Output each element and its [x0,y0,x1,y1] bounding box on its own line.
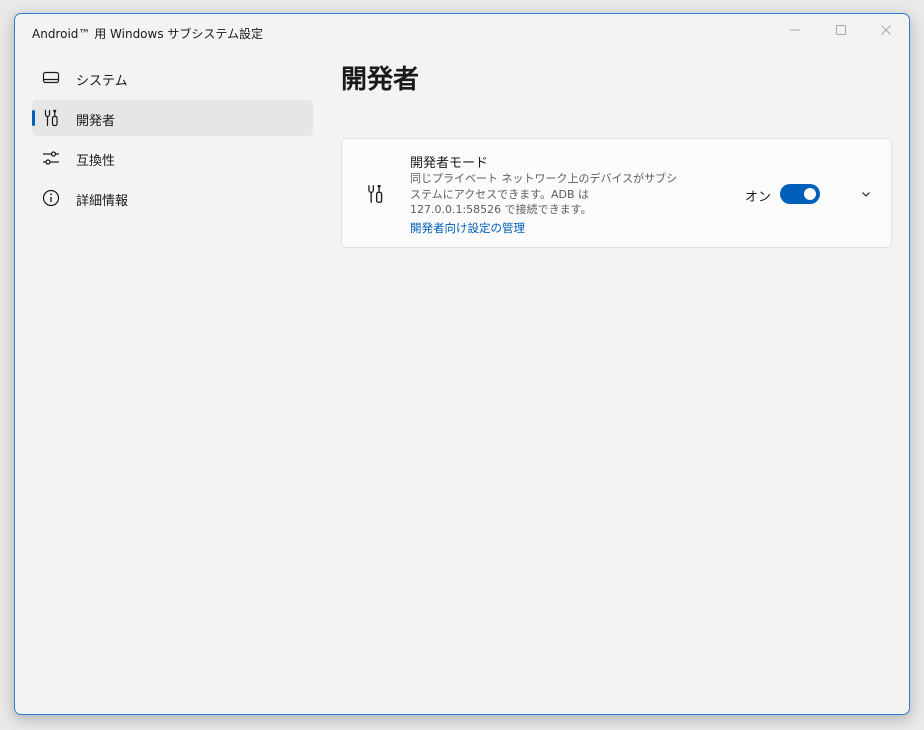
developer-mode-title: 開発者モード [410,156,489,171]
title-bar: Android™ 用 Windows サブシステム設定 [15,14,909,50]
manage-developer-settings-link[interactable]: 開発者向け設定の管理 [410,220,525,236]
selection-indicator [32,110,35,126]
sidebar-item-system[interactable]: システム [32,60,313,96]
developer-mode-toggle[interactable] [780,184,820,204]
sliders-icon [41,148,61,168]
developer-mode-description: 同じプライベート ネットワーク上のデバイスがサブシステムにアクセスできます。AD… [410,172,678,216]
toggle-knob [804,188,816,200]
developer-mode-card[interactable]: 開発者モード 同じプライベート ネットワーク上のデバイスがサブシステムにアクセス… [341,138,892,248]
chevron-down-icon [862,192,870,197]
info-icon [41,188,61,208]
minimize-button[interactable] [772,14,818,46]
maximize-button[interactable] [818,14,864,46]
sidebar-item-label: システム [76,74,128,89]
sidebar-item-label: 詳細情報 [76,194,129,209]
settings-window: Android™ 用 Windows サブシステム設定 システム 開発者 互換性… [14,13,910,715]
sidebar-item-label: 互換性 [76,154,116,169]
close-button[interactable] [863,14,909,46]
maximize-icon [836,25,846,35]
close-icon [881,25,891,35]
tools-icon [41,108,61,128]
expand-button[interactable] [856,184,876,204]
sidebar-item-compatibility[interactable]: 互換性 [32,140,313,176]
tools-icon [364,183,386,205]
minimize-icon [790,29,800,31]
sidebar-nav: システム 開発者 互換性 詳細情報 [32,60,313,220]
sidebar-item-developer[interactable]: 開発者 [32,100,313,136]
toggle-state-label: オン [745,190,772,205]
sidebar-item-label: 開発者 [76,114,116,129]
window-title: Android™ 用 Windows サブシステム設定 [32,27,264,41]
page-title: 開発者 [341,65,420,95]
sidebar-item-about[interactable]: 詳細情報 [32,180,313,216]
laptop-icon [41,68,61,88]
